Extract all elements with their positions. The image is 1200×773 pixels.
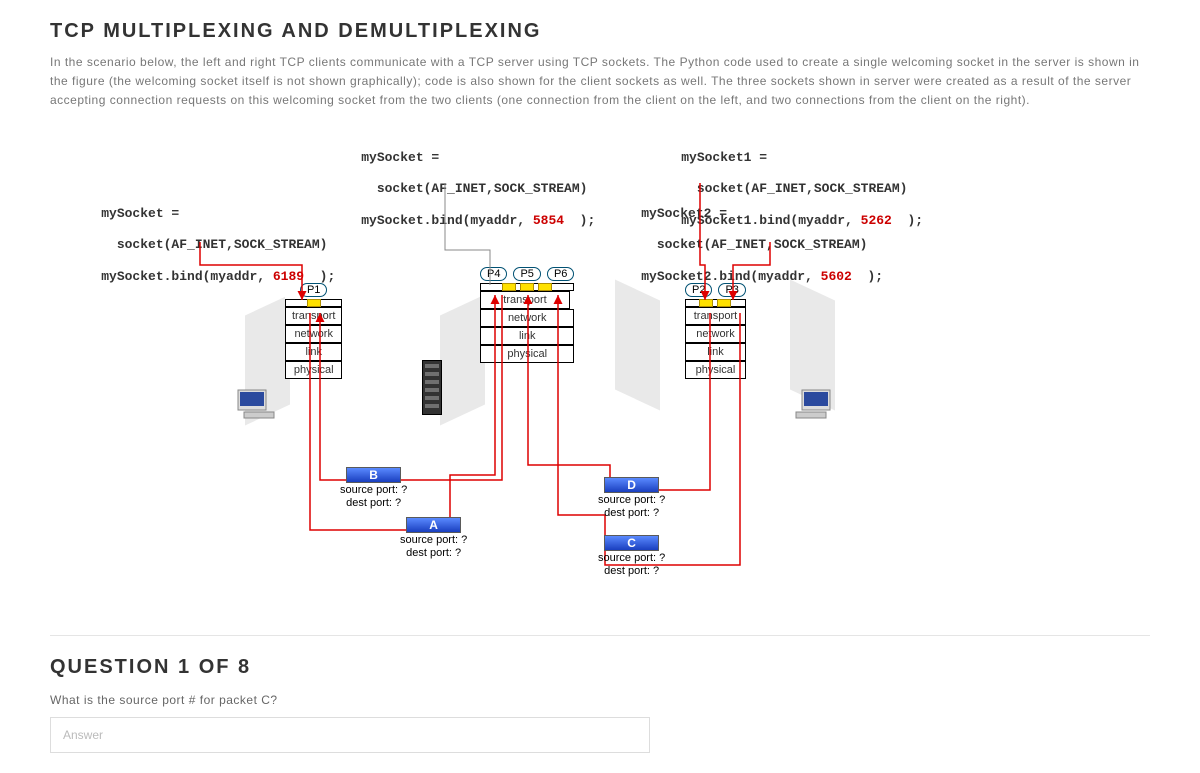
layer: physical	[685, 361, 746, 379]
proc-p3: P3	[718, 283, 745, 297]
layer: link	[285, 343, 342, 361]
layer: network	[285, 325, 342, 343]
diagram: mySocket = socket(AF_INET,SOCK_STREAM) m…	[50, 135, 1150, 615]
host-right: P2 P3 transport network link physical	[685, 283, 746, 379]
packet-D: D source port: ? dest port: ?	[598, 477, 665, 519]
page-title: TCP MULTIPLEXING AND DEMULTIPLEXING	[50, 20, 1150, 43]
proc-p1: P1	[300, 283, 327, 297]
layer: link	[480, 327, 574, 345]
proc-p4: P4	[480, 267, 507, 281]
proc-p5: P5	[513, 267, 540, 281]
packet-A: A source port: ? dest port: ?	[400, 517, 467, 559]
proc-p2: P2	[685, 283, 712, 297]
question-heading: QUESTION 1 OF 8	[50, 656, 1150, 679]
question-text: What is the source port # for packet C?	[50, 693, 1150, 707]
intro-paragraph: In the scenario below, the left and righ…	[50, 53, 1150, 111]
layer: transport	[285, 307, 342, 325]
layer: link	[685, 343, 746, 361]
divider	[50, 635, 1150, 636]
host-server-shadow-l	[440, 294, 485, 425]
packet-B: B source port: ? dest port: ?	[340, 467, 407, 509]
host-server-shadow-r	[615, 279, 660, 410]
layer: network	[480, 309, 574, 327]
code-right-sock2: mySocket2 = socket(AF_INET,SOCK_STREAM) …	[610, 191, 883, 300]
proc-p6: P6	[547, 267, 574, 281]
layer: physical	[480, 345, 574, 363]
layer: physical	[285, 361, 342, 379]
packet-C: C source port: ? dest port: ?	[598, 535, 665, 577]
layer: transport	[480, 291, 570, 309]
host-left: P1 transport network link physical	[285, 283, 342, 379]
layer: network	[685, 325, 746, 343]
code-server: mySocket = socket(AF_INET,SOCK_STREAM) m…	[330, 135, 595, 244]
host-server: P4 P5 P6 transport network link physical	[480, 267, 574, 363]
host-right-shadow	[790, 279, 835, 410]
layer: transport	[685, 307, 746, 325]
host-left-shadow	[245, 294, 290, 425]
server-icon	[422, 360, 442, 415]
